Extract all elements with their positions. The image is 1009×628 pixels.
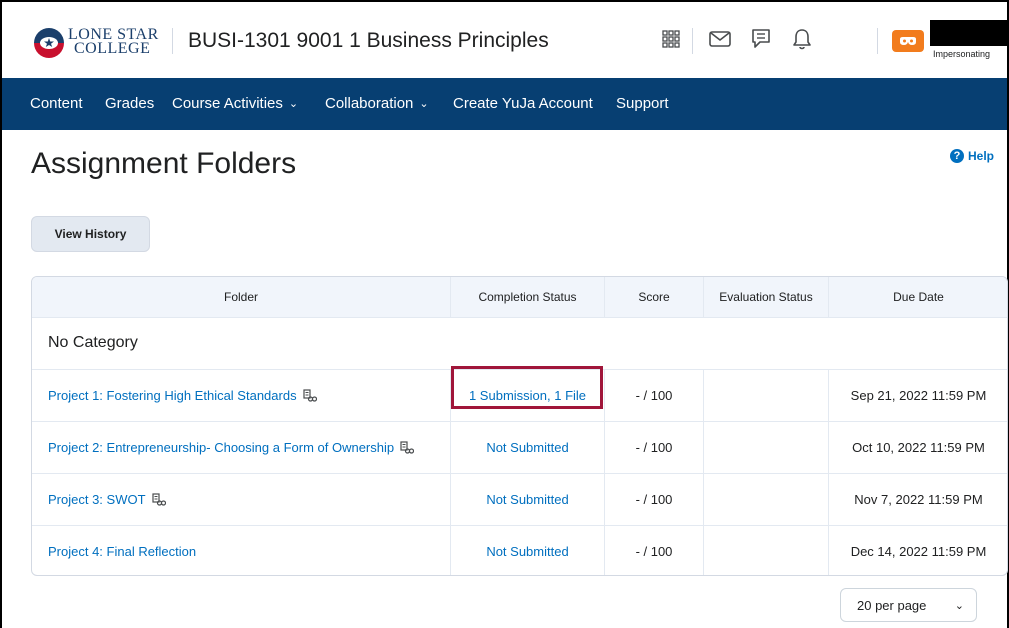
table-header-row: Folder Completion Status Score Evaluatio…	[32, 277, 1007, 318]
course-navbar: Content Grades Course Activities ⌄ Collab…	[2, 78, 1007, 130]
chat-icon	[752, 29, 770, 48]
column-header-folder: Folder	[223, 290, 258, 304]
discussions-button[interactable]	[746, 24, 776, 54]
mail-icon	[709, 31, 731, 47]
impersonating-label: Impersonating	[933, 49, 991, 59]
completion-status-cell: Not Submitted	[450, 421, 604, 473]
column-header-due-date: Due Date	[828, 277, 1007, 317]
rubric-icon[interactable]	[302, 388, 317, 402]
rubric-icon[interactable]	[400, 440, 415, 454]
category-label: No Category	[48, 334, 138, 351]
completion-status-cell: Not Submitted	[450, 525, 604, 575]
user-menu[interactable]: Impersonating	[930, 16, 1009, 68]
assignment-folders-table: Folder Completion Status Score Evaluatio…	[31, 276, 1008, 576]
per-page-select[interactable]: 20 per page ⌄	[840, 588, 977, 622]
course-title[interactable]: BUSI-1301 9001 1 Business Principles	[188, 29, 549, 53]
folder-cell: Project 1: Fostering High Ethical Standa…	[32, 369, 450, 421]
chevron-down-icon: ⌄	[419, 98, 429, 110]
due-date-cell: Oct 10, 2022 11:59 PM	[828, 421, 1007, 473]
user-avatar[interactable]	[892, 30, 924, 52]
college-logo[interactable]: LONE STAR COLLEGE	[32, 24, 162, 60]
logo-wordmark: LONE STAR COLLEGE	[68, 27, 159, 57]
table-row: Project 4: Final Reflection Not Submitte…	[32, 525, 1007, 575]
score-cell: - / 100	[604, 525, 703, 575]
folder-cell: Project 3: SWOT	[32, 473, 450, 525]
nav-content[interactable]: Content	[30, 95, 83, 112]
bell-icon	[793, 29, 811, 50]
folder-link[interactable]: Project 2: Entrepreneurship- Choosing a …	[48, 440, 394, 455]
user-name-redacted	[930, 20, 1009, 46]
header-divider	[692, 28, 693, 54]
submission-link[interactable]: Not Submitted	[486, 440, 568, 455]
chevron-down-icon: ⌄	[288, 98, 299, 110]
view-history-button[interactable]: View History	[31, 216, 150, 252]
rubric-icon[interactable]	[151, 492, 166, 506]
column-header-evaluation-status: Evaluation Status	[703, 277, 828, 317]
folder-link[interactable]: Project 1: Fostering High Ethical Standa…	[48, 388, 297, 403]
per-page-value: 20 per page	[857, 597, 927, 613]
header-divider	[877, 28, 878, 54]
nav-course-activities-label: Course Activities	[172, 95, 283, 112]
nav-grades[interactable]: Grades	[105, 95, 154, 112]
score-cell: - / 100	[604, 421, 703, 473]
top-header: LONE STAR COLLEGE BUSI-1301 9001 1 Busin…	[2, 2, 1009, 78]
nav-grades-label: Grades	[105, 95, 155, 112]
header-divider	[172, 28, 173, 54]
column-header-score: Score	[604, 277, 703, 317]
nav-collaboration-label: Collaboration	[325, 95, 414, 112]
nav-create-yuja-account-label: Create YuJa Account	[453, 95, 593, 112]
highlight-annotation-box	[451, 366, 603, 409]
logo-line-2: COLLEGE	[74, 40, 151, 57]
evaluation-status-cell	[703, 525, 828, 575]
nav-collaboration[interactable]: Collaboration ⌄	[325, 95, 429, 112]
course-selector-button[interactable]	[656, 24, 686, 54]
score-cell: - / 100	[604, 473, 703, 525]
folder-cell: Project 4: Final Reflection	[32, 525, 450, 575]
score-cell: - / 100	[604, 369, 703, 421]
column-header-completion-status: Completion Status	[450, 277, 604, 317]
category-row: No Category	[32, 317, 1007, 370]
evaluation-status-cell	[703, 473, 828, 525]
evaluation-status-cell	[703, 369, 828, 421]
nav-create-yuja-account[interactable]: Create YuJa Account	[453, 95, 593, 112]
notifications-button[interactable]	[787, 24, 817, 54]
lone-star-logo-icon	[34, 28, 64, 58]
table-row: Project 3: SWOT Not Submitted - / 100 No…	[32, 473, 1007, 526]
completion-status-cell: Not Submitted	[450, 473, 604, 525]
nav-support-label: Support	[616, 95, 669, 112]
submission-link[interactable]: Not Submitted	[486, 492, 568, 507]
help-icon: ?	[950, 149, 964, 163]
folder-cell: Project 2: Entrepreneurship- Choosing a …	[32, 421, 450, 473]
nav-course-activities[interactable]: Course Activities ⌄	[172, 95, 298, 112]
grid-icon	[662, 30, 680, 48]
folder-link[interactable]: Project 3: SWOT	[48, 492, 146, 507]
mask-icon	[900, 37, 916, 45]
chevron-down-icon: ⌄	[954, 599, 964, 612]
submission-link[interactable]: Not Submitted	[486, 544, 568, 559]
nav-content-label: Content	[30, 95, 83, 112]
due-date-cell: Sep 21, 2022 11:59 PM	[828, 369, 1007, 421]
help-link[interactable]: ? Help	[950, 149, 994, 163]
page-title: Assignment Folders	[31, 147, 297, 180]
table-row: Project 2: Entrepreneurship- Choosing a …	[32, 421, 1007, 474]
help-label: Help	[968, 149, 995, 163]
folder-link[interactable]: Project 4: Final Reflection	[48, 544, 196, 559]
due-date-cell: Nov 7, 2022 11:59 PM	[828, 473, 1007, 525]
due-date-cell: Dec 14, 2022 11:59 PM	[828, 525, 1007, 575]
evaluation-status-cell	[703, 421, 828, 473]
nav-support[interactable]: Support	[616, 95, 669, 112]
messages-button[interactable]	[705, 24, 735, 54]
